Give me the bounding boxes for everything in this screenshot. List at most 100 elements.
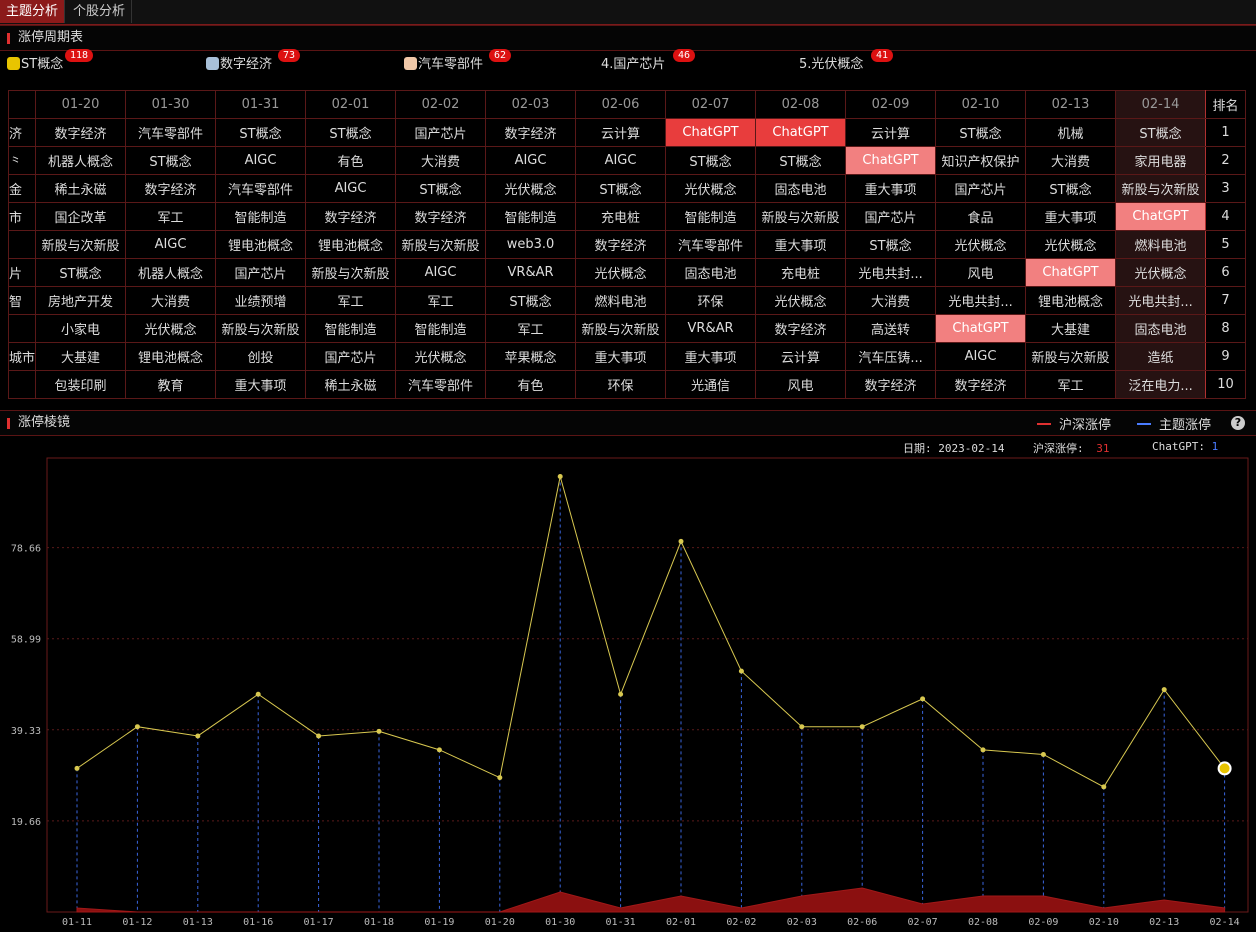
theme-cell[interactable]: 新股与次新股 — [755, 202, 847, 231]
theme-cell[interactable]: 重大事项 — [845, 174, 937, 203]
theme-cell[interactable]: ST概念 — [935, 118, 1027, 147]
theme-cell[interactable]: ChatGPT — [1115, 202, 1207, 231]
theme-cell[interactable]: ST概念 — [1115, 118, 1207, 147]
date-header[interactable]: 01-20 — [35, 90, 127, 119]
theme-cell[interactable]: 数字经济 — [125, 174, 217, 203]
theme-cell[interactable]: 光伏概念 — [1025, 230, 1117, 259]
topic-5[interactable]: 5.光伏概念 41 — [799, 49, 894, 74]
theme-cell[interactable]: 稀土永磁 — [305, 370, 397, 399]
theme-cell[interactable]: 大基建 — [1025, 314, 1117, 343]
theme-cell[interactable]: ChatGPT — [665, 118, 757, 147]
theme-cell[interactable]: 军工 — [1025, 370, 1117, 399]
theme-cell[interactable]: ChatGPT — [755, 118, 847, 147]
theme-cell[interactable]: 国产芯片 — [305, 342, 397, 371]
theme-cell[interactable]: 有色 — [485, 370, 577, 399]
theme-cell[interactable]: 新股与次新股 — [1115, 174, 1207, 203]
theme-cell[interactable]: 数字经济 — [575, 230, 667, 259]
theme-cell[interactable]: 房地产开发 — [35, 286, 127, 315]
date-header[interactable]: 02-09 — [845, 90, 937, 119]
date-header[interactable]: 02-06 — [575, 90, 667, 119]
theme-cell[interactable]: ST概念 — [845, 230, 937, 259]
theme-cell[interactable]: 国产芯片 — [935, 174, 1027, 203]
theme-cell[interactable]: 光伏概念 — [935, 230, 1027, 259]
theme-cell[interactable]: 高送转 — [845, 314, 937, 343]
theme-cell[interactable]: 光伏概念 — [755, 286, 847, 315]
theme-cell[interactable]: 锂电池概念 — [1025, 286, 1117, 315]
theme-cell[interactable]: 国产芯片 — [395, 118, 487, 147]
theme-cell[interactable]: ChatGPT — [845, 146, 937, 175]
theme-cell[interactable]: 锂电池概念 — [305, 230, 397, 259]
theme-cell[interactable]: 光电共封... — [845, 258, 937, 287]
theme-cell[interactable]: AIGC — [935, 342, 1027, 371]
theme-cell[interactable]: ST概念 — [665, 146, 757, 175]
theme-cell[interactable]: 稀土永磁 — [35, 174, 127, 203]
theme-cell[interactable]: 数字经济 — [845, 370, 937, 399]
theme-cell[interactable]: 军工 — [485, 314, 577, 343]
theme-cell[interactable]: 汽车零部件 — [395, 370, 487, 399]
date-header[interactable]: 02-08 — [755, 90, 847, 119]
theme-cell[interactable]: 大消费 — [125, 286, 217, 315]
theme-cell[interactable]: 大消费 — [845, 286, 937, 315]
theme-cell[interactable]: 燃料电池 — [575, 286, 667, 315]
theme-cell[interactable]: 数字经济 — [395, 202, 487, 231]
theme-cell[interactable]: 光伏概念 — [575, 258, 667, 287]
help-icon[interactable]: ? — [1231, 416, 1245, 430]
theme-cell[interactable]: 智能制造 — [665, 202, 757, 231]
theme-cell[interactable]: AIGC — [305, 174, 397, 203]
theme-cell[interactable]: 机器人概念 — [35, 146, 127, 175]
date-header[interactable]: 02-01 — [305, 90, 397, 119]
theme-cell[interactable]: 新股与次新股 — [305, 258, 397, 287]
theme-cell[interactable]: AIGC — [395, 258, 487, 287]
theme-cell[interactable]: 智能制造 — [215, 202, 307, 231]
theme-cell[interactable]: 充电桩 — [575, 202, 667, 231]
theme-cell[interactable]: 光伏概念 — [395, 342, 487, 371]
theme-cell[interactable]: 光电共封... — [1115, 286, 1207, 315]
legend-market[interactable]: 沪深涨停 — [1037, 414, 1111, 433]
theme-cell[interactable]: 有色 — [305, 146, 397, 175]
theme-cell[interactable]: 数字经济 — [935, 370, 1027, 399]
theme-cell[interactable]: 大消费 — [1025, 146, 1117, 175]
theme-cell[interactable]: 泛在电力... — [1115, 370, 1207, 399]
theme-cell[interactable]: 包装印刷 — [35, 370, 127, 399]
theme-cell[interactable]: 机械 — [1025, 118, 1117, 147]
theme-cell[interactable]: 重大事项 — [665, 342, 757, 371]
theme-cell[interactable]: 创投 — [215, 342, 307, 371]
theme-cell[interactable]: 数字经济 — [305, 202, 397, 231]
date-header[interactable]: 02-07 — [665, 90, 757, 119]
theme-cell[interactable]: ChatGPT — [935, 314, 1027, 343]
theme-cell[interactable]: 军工 — [305, 286, 397, 315]
theme-cell[interactable]: 云计算 — [575, 118, 667, 147]
date-header[interactable]: 01-31 — [215, 90, 307, 119]
theme-cell[interactable]: 固态电池 — [665, 258, 757, 287]
tab-stock-analysis[interactable]: 个股分析 — [67, 0, 133, 23]
theme-cell[interactable]: 苹果概念 — [485, 342, 577, 371]
theme-cell[interactable]: 风电 — [755, 370, 847, 399]
theme-cell[interactable]: 重大事项 — [575, 342, 667, 371]
theme-cell[interactable]: 军工 — [125, 202, 217, 231]
theme-cell[interactable]: 新股与次新股 — [35, 230, 127, 259]
theme-cell[interactable]: 食品 — [935, 202, 1027, 231]
theme-cell[interactable]: 国产芯片 — [845, 202, 937, 231]
theme-cell[interactable]: 国企改革 — [35, 202, 127, 231]
theme-cell[interactable]: 小家电 — [35, 314, 127, 343]
theme-cell[interactable]: 充电桩 — [755, 258, 847, 287]
theme-cell[interactable]: ST概念 — [125, 146, 217, 175]
topic-4[interactable]: 4.国产芯片 46 — [601, 49, 696, 74]
theme-cell[interactable]: 风电 — [935, 258, 1027, 287]
theme-cell[interactable]: ST概念 — [575, 174, 667, 203]
theme-cell[interactable]: AIGC — [575, 146, 667, 175]
theme-cell[interactable]: 大消费 — [395, 146, 487, 175]
theme-cell[interactable]: 锂电池概念 — [215, 230, 307, 259]
theme-cell[interactable]: 新股与次新股 — [575, 314, 667, 343]
theme-cell[interactable]: 国产芯片 — [215, 258, 307, 287]
theme-cell[interactable]: VR&AR — [485, 258, 577, 287]
theme-cell[interactable]: ST概念 — [215, 118, 307, 147]
theme-cell[interactable]: 数字经济 — [485, 118, 577, 147]
theme-cell[interactable]: AIGC — [215, 146, 307, 175]
theme-cell[interactable]: ST概念 — [1025, 174, 1117, 203]
theme-cell[interactable]: 光伏概念 — [665, 174, 757, 203]
date-header[interactable]: 02-02 — [395, 90, 487, 119]
theme-cell[interactable]: 机器人概念 — [125, 258, 217, 287]
theme-cell[interactable]: 光通信 — [665, 370, 757, 399]
tab-theme-analysis[interactable]: 主题分析 — [0, 0, 66, 23]
